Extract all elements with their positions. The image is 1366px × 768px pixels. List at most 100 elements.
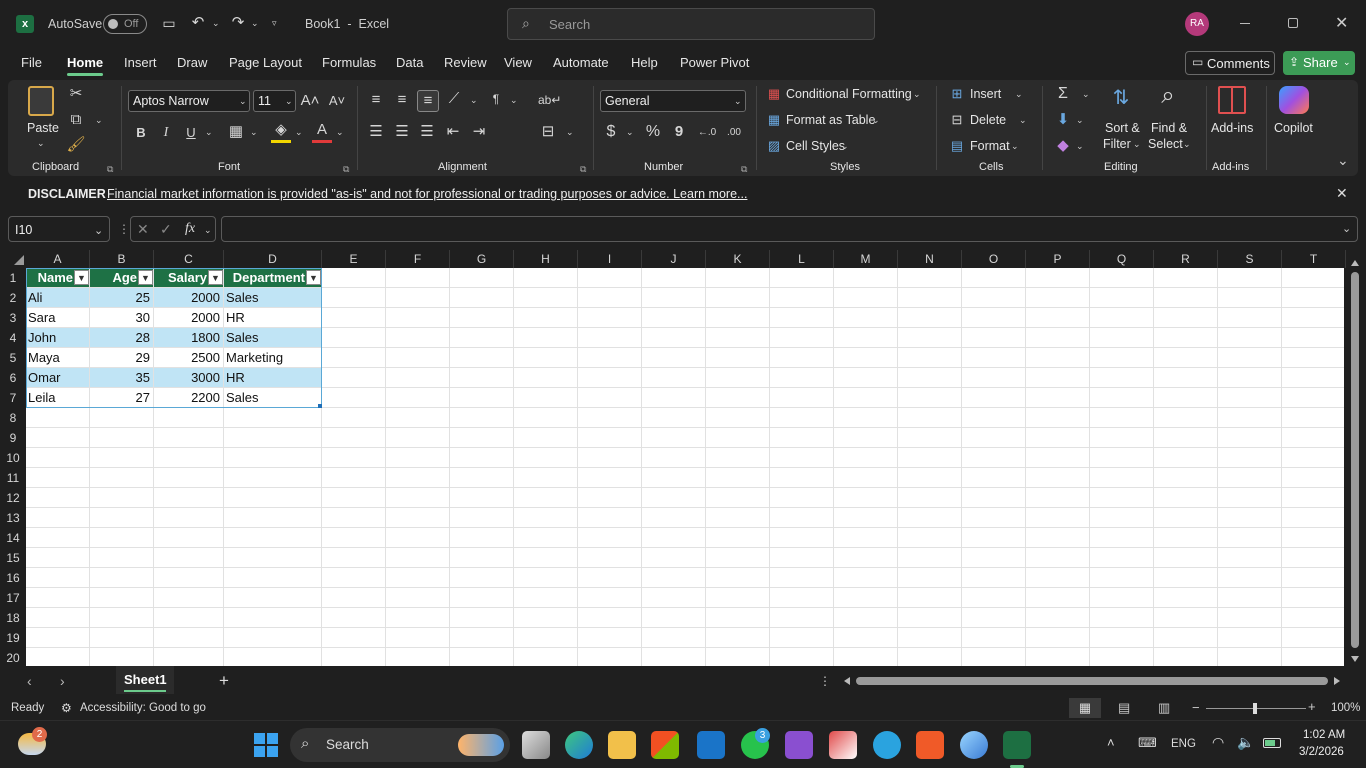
paste-button[interactable]: Paste (27, 121, 59, 135)
zoom-level[interactable]: 100% (1331, 702, 1360, 714)
row-header-8[interactable]: 8 (0, 408, 26, 428)
column-header-h[interactable]: H (514, 250, 578, 268)
table-cell[interactable]: 2000 (156, 308, 222, 328)
row-header-15[interactable]: 15 (0, 548, 26, 568)
normal-view-icon[interactable]: ▦ (1069, 698, 1101, 718)
table-cell[interactable]: Maya (28, 348, 88, 368)
column-header-d[interactable]: D (224, 250, 322, 268)
formula-options-icon[interactable]: ⋮ (118, 222, 130, 236)
table-cell[interactable]: HR (226, 308, 320, 328)
row-header-19[interactable]: 19 (0, 628, 26, 648)
increase-decimal-icon[interactable]: ←.0 (696, 123, 718, 143)
visual-studio-icon[interactable] (785, 731, 813, 759)
sheet-options-icon[interactable]: ⋮ (819, 674, 831, 688)
clear-icon[interactable]: ◆ (1053, 136, 1073, 156)
font-color-icon[interactable]: A (312, 120, 332, 143)
table-header-cell[interactable]: Name (26, 268, 74, 288)
tab-home[interactable]: Home (67, 55, 104, 76)
column-header-n[interactable]: N (898, 250, 962, 268)
tab-file[interactable]: File (21, 55, 42, 70)
table-cell[interactable]: Omar (28, 368, 88, 388)
add-ins-button[interactable]: Add-ins (1211, 121, 1253, 135)
function-dropdown-icon[interactable]: ⌄ (204, 225, 212, 236)
insert-cells-dropdown-icon[interactable]: ⌄ (1015, 89, 1023, 100)
increase-font-icon[interactable]: A˄ (300, 91, 320, 111)
table-cell[interactable]: 1800 (156, 328, 222, 348)
bold-button[interactable]: B (131, 123, 151, 143)
file-explorer-icon[interactable] (608, 731, 636, 759)
clock-time[interactable]: 1:02 AM (1303, 729, 1345, 741)
scroll-right-icon[interactable] (1334, 677, 1340, 685)
autosum-dropdown-icon[interactable]: ⌄ (1082, 89, 1090, 100)
formula-input[interactable] (221, 216, 1358, 242)
row-header-18[interactable]: 18 (0, 608, 26, 628)
decrease-decimal-icon[interactable]: .00 (723, 123, 745, 143)
table-header-cell[interactable]: Salary (154, 268, 208, 288)
row-header-1[interactable]: 1 (0, 268, 26, 288)
outlook-icon[interactable] (697, 731, 725, 759)
orientation-dropdown-icon[interactable]: ⌄ (470, 95, 478, 106)
table-cell[interactable]: Sales (226, 328, 320, 348)
table-cell[interactable]: 35 (92, 368, 152, 388)
clock-date[interactable]: 3/2/2026 (1299, 746, 1344, 758)
cell-styles-dropdown-icon[interactable]: ⌄ (841, 141, 849, 152)
wrap-text-icon[interactable]: ab↵ (538, 90, 561, 110)
autosum-icon[interactable]: Σ (1053, 84, 1073, 104)
font-launcher-icon[interactable]: ⧉ (343, 164, 349, 175)
excel-taskbar-icon[interactable] (1003, 731, 1031, 759)
sort-filter-label-2[interactable]: Filter (1103, 137, 1131, 151)
fill-icon[interactable]: ⬇ (1053, 110, 1073, 130)
select-all-corner[interactable] (14, 255, 24, 265)
zoom-slider-thumb[interactable] (1253, 703, 1257, 714)
row-header-10[interactable]: 10 (0, 448, 26, 468)
copilot-icon[interactable] (1279, 86, 1309, 114)
table-cell[interactable]: 27 (92, 388, 152, 408)
font-name-select[interactable]: Aptos Narrow ⌄ (128, 90, 250, 112)
orientation-icon[interactable]: ⟋ (444, 89, 464, 109)
paste-dropdown-icon[interactable]: ⌄ (37, 138, 45, 149)
decrease-font-icon[interactable]: A˅ (327, 91, 347, 111)
expand-formula-icon[interactable]: ⌄ (1342, 222, 1351, 235)
prev-sheet-icon[interactable]: ‹ (27, 673, 32, 689)
tab-insert[interactable]: Insert (124, 55, 157, 70)
filter-dropdown-icon[interactable]: ▼ (306, 270, 321, 285)
filter-dropdown-icon[interactable]: ▼ (208, 270, 223, 285)
scroll-up-icon[interactable] (1351, 260, 1359, 266)
align-left-icon[interactable]: ☰ (366, 122, 386, 142)
accessibility-status[interactable]: Accessibility: Good to go (80, 702, 206, 714)
redo-dropdown-icon[interactable]: ⌄ (251, 18, 259, 29)
column-header-l[interactable]: L (770, 250, 834, 268)
start-button[interactable] (254, 733, 278, 757)
table-cell[interactable]: 25 (92, 288, 152, 308)
row-header-20[interactable]: 20 (0, 648, 26, 668)
row-header-16[interactable]: 16 (0, 568, 26, 588)
column-header-c[interactable]: C (154, 250, 224, 268)
restore-icon[interactable] (1288, 18, 1298, 28)
borders-dropdown-icon[interactable]: ⌄ (250, 127, 258, 138)
format-cells-icon[interactable]: ▤ (948, 136, 966, 156)
table-cell[interactable]: 28 (92, 328, 152, 348)
column-header-p[interactable]: P (1026, 250, 1090, 268)
column-header-m[interactable]: M (834, 250, 898, 268)
table-header-cell[interactable]: Age (90, 268, 138, 288)
format-painter-icon[interactable]: 🖌 (66, 135, 86, 155)
sort-filter-icon[interactable]: ⇅ (1106, 88, 1136, 108)
sheet-tab-sheet1[interactable]: Sheet1 (116, 666, 174, 694)
collapse-ribbon-icon[interactable]: ⌄ (1337, 152, 1349, 169)
align-middle-icon[interactable]: ≡ (392, 90, 412, 110)
battery-icon[interactable] (1263, 738, 1281, 748)
horizontal-scrollbar[interactable] (842, 674, 1348, 688)
copy-dropdown-icon[interactable]: ⌄ (95, 115, 103, 126)
task-view-icon[interactable] (522, 731, 550, 759)
table-cell[interactable]: Sales (226, 388, 320, 408)
underline-dropdown-icon[interactable]: ⌄ (205, 127, 213, 138)
undo-icon[interactable]: ↶ (188, 13, 208, 33)
name-box[interactable]: I10 ⌄ (8, 216, 110, 242)
table-cell[interactable]: Sara (28, 308, 88, 328)
paste-icon[interactable] (28, 86, 54, 116)
find-select-icon[interactable]: ⌕ (1153, 84, 1183, 108)
align-top-icon[interactable]: ≡ (366, 90, 386, 110)
cut-icon[interactable]: ✂ (66, 84, 86, 104)
zoom-slider[interactable] (1206, 703, 1306, 714)
table-cell[interactable]: 29 (92, 348, 152, 368)
